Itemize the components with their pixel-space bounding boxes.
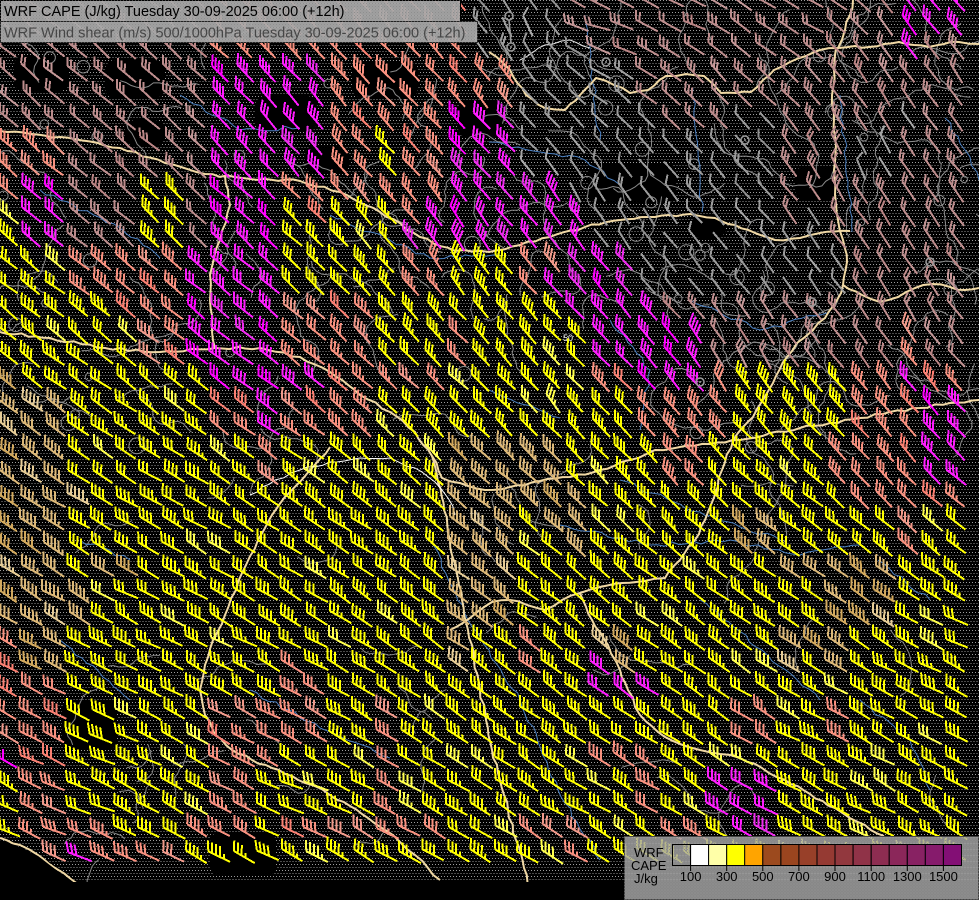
- svg-text:1300: 1300: [893, 869, 922, 884]
- svg-text:WRF CAPE (J/kg) Tuesday 30-09-: WRF CAPE (J/kg) Tuesday 30-09-2025 06:00…: [4, 4, 345, 20]
- svg-text:1100: 1100: [857, 869, 885, 884]
- svg-text:WRF Wind shear (m/s) 500/1000h: WRF Wind shear (m/s) 500/1000hPa Tuesday…: [4, 26, 465, 42]
- svg-text:500: 500: [752, 869, 774, 884]
- svg-text:J/kg: J/kg: [634, 871, 658, 886]
- svg-text:300: 300: [716, 869, 738, 884]
- svg-text:700: 700: [788, 869, 810, 884]
- svg-text:1500: 1500: [929, 869, 958, 884]
- svg-text:100: 100: [680, 869, 702, 884]
- svg-text:900: 900: [824, 869, 846, 884]
